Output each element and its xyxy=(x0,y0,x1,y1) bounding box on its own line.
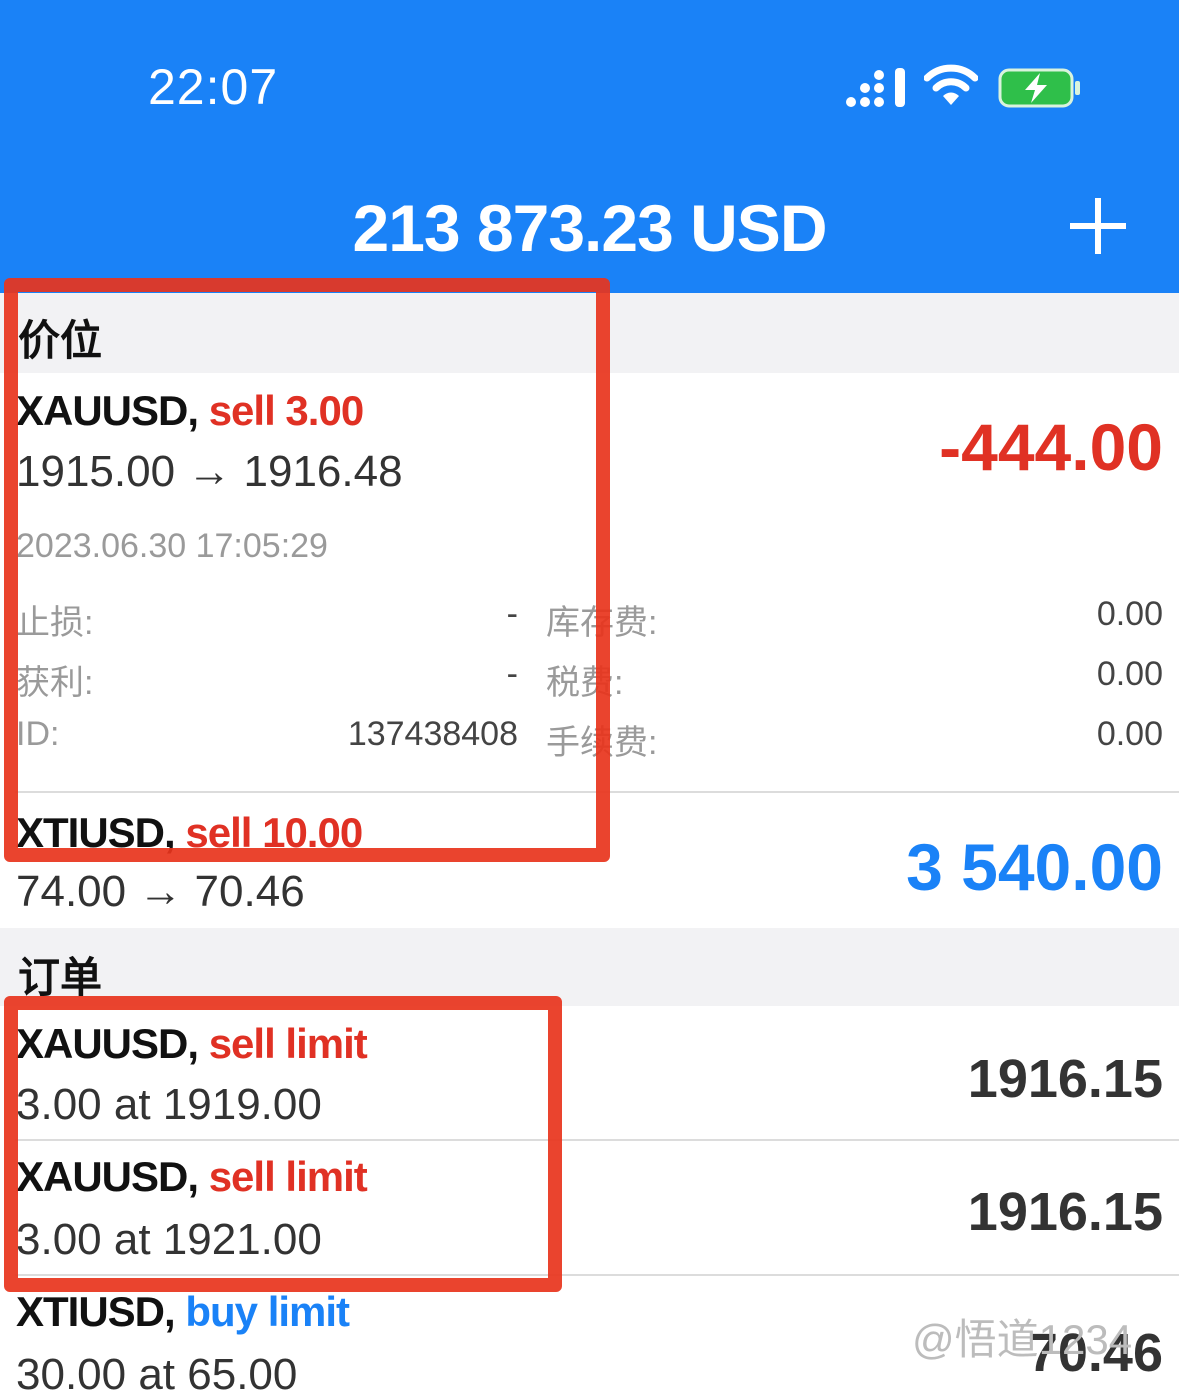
stop-loss-value: - xyxy=(506,595,518,633)
commission-label: 手续费: xyxy=(546,724,658,762)
swap-label: 库存费: xyxy=(546,604,658,642)
tax-label: 税费: xyxy=(546,664,624,702)
position-side: sell 3.00 xyxy=(208,387,364,434)
order-row[interactable]: XAUUSD, sell limit 3.00 at 1919.00 1916.… xyxy=(0,1006,1179,1141)
cellular-signal-icon xyxy=(846,68,905,107)
order-symbol: XTIUSD, buy limit xyxy=(16,1288,350,1335)
tax-value: 0.00 xyxy=(1096,655,1163,693)
position-prices: 1915.00 → 1916.48 xyxy=(16,447,403,496)
swap-value: 0.00 xyxy=(1096,595,1163,633)
battery-charging-icon xyxy=(998,68,1080,108)
commission-value: 0.00 xyxy=(1096,715,1163,753)
order-symbol: XAUUSD, sell limit xyxy=(16,1020,368,1067)
take-profit-label: 获利: xyxy=(16,664,94,702)
position-symbol: XTIUSD, sell 10.00 xyxy=(16,809,363,856)
order-symbol: XAUUSD, sell limit xyxy=(16,1153,368,1200)
order-side: sell limit xyxy=(208,1153,368,1200)
position-symbol: XAUUSD, sell 3.00 xyxy=(16,387,364,434)
order-detail: 30.00 at 65.00 xyxy=(16,1350,298,1399)
divider xyxy=(15,791,1179,793)
position-prices: 74.00 → 70.46 xyxy=(16,867,305,916)
id-value: 137438408 xyxy=(347,715,518,753)
position-row[interactable]: XTIUSD, sell 10.00 74.00 → 70.46 3 540.0… xyxy=(0,795,1179,928)
order-detail: 3.00 at 1919.00 xyxy=(16,1080,322,1129)
position-row[interactable]: XAUUSD, sell 3.00 1915.00 → 1916.48 -444… xyxy=(0,373,1179,793)
order-current-price: 1916.15 xyxy=(967,1182,1163,1242)
position-profit: -444.00 xyxy=(939,410,1163,484)
add-icon[interactable] xyxy=(1068,196,1128,256)
order-row[interactable]: XAUUSD, sell limit 3.00 at 1921.00 1916.… xyxy=(0,1141,1179,1276)
stop-loss-label: 止损: xyxy=(16,604,94,642)
order-side: buy limit xyxy=(185,1288,350,1335)
order-detail: 3.00 at 1921.00 xyxy=(16,1215,322,1264)
id-label: ID: xyxy=(16,715,60,753)
account-balance: 213 873.23 USD xyxy=(352,191,827,265)
order-side: sell limit xyxy=(208,1020,368,1067)
positions-section-header: 价位 xyxy=(0,293,1179,373)
app-header: 22:07 213 873.23 USD xyxy=(0,0,1179,293)
orders-title: 订单 xyxy=(18,954,103,1001)
order-current-price: 1916.15 xyxy=(967,1049,1163,1109)
positions-title: 价位 xyxy=(18,317,103,364)
status-time: 22:07 xyxy=(148,59,279,115)
position-side: sell 10.00 xyxy=(185,809,363,856)
watermark: @悟道1234 xyxy=(912,1316,1133,1363)
position-open-time: 2023.06.30 17:05:29 xyxy=(16,527,328,565)
orders-section-header: 订单 xyxy=(0,928,1179,1006)
wifi-icon xyxy=(924,64,978,105)
take-profit-value: - xyxy=(506,655,518,693)
position-profit: 3 540.00 xyxy=(906,830,1163,904)
